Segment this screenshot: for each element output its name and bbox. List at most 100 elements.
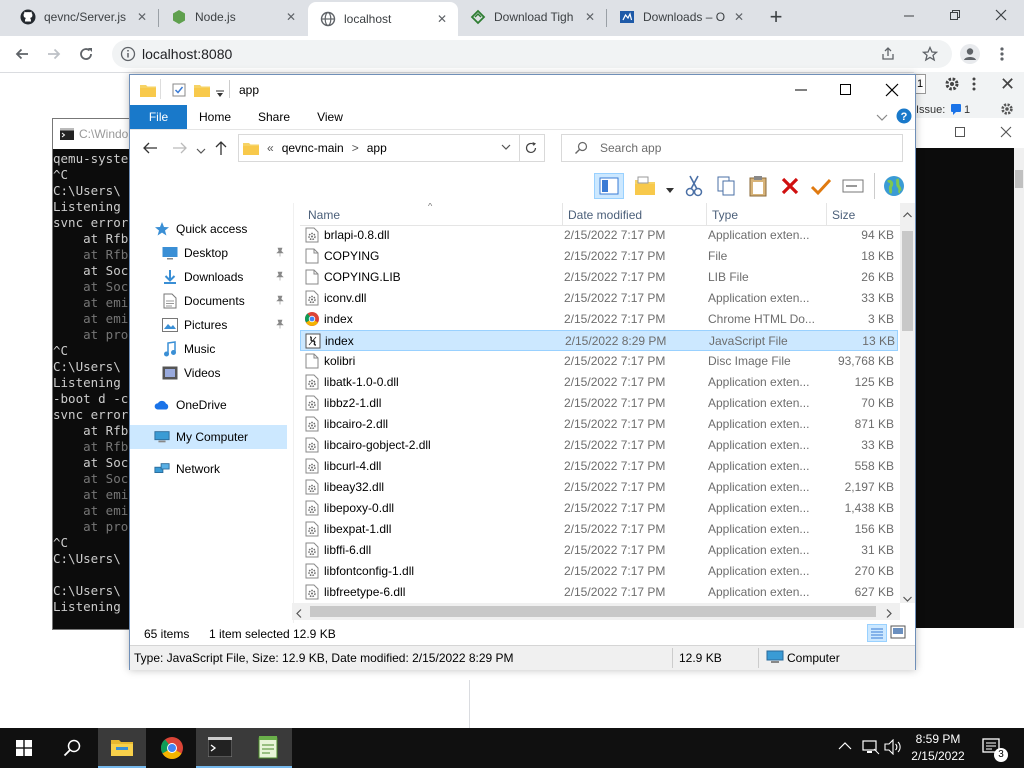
chrome-taskbar-icon[interactable] xyxy=(148,728,196,768)
cmd-taskbar-icon[interactable] xyxy=(196,728,244,768)
share-icon[interactable] xyxy=(880,46,896,65)
nav-item-documents[interactable]: Documents xyxy=(130,289,287,313)
new-folder-icon[interactable] xyxy=(194,83,210,100)
tab-close-icon[interactable]: ✕ xyxy=(134,10,150,24)
scroll-left-icon[interactable] xyxy=(296,607,302,621)
rename-icon[interactable] xyxy=(842,177,864,198)
ribbon-expand-chevron-icon[interactable] xyxy=(876,111,888,125)
globe-network-icon[interactable] xyxy=(882,174,906,201)
tab-close-icon[interactable]: ✕ xyxy=(582,10,598,24)
hscroll-thumb[interactable] xyxy=(310,606,876,617)
file-row[interactable]: COPYING 2/15/2022 7:17 PM File 18 KB xyxy=(300,246,898,267)
breadcrumb-address-box[interactable]: « qevnc-main > app xyxy=(238,134,520,162)
devtools-close-icon[interactable]: ✕ xyxy=(1000,74,1015,95)
nav-item-my-computer[interactable]: My Computer xyxy=(130,425,287,449)
file-row[interactable]: libffi-6.dll 2/15/2022 7:17 PM Application… xyxy=(300,540,898,561)
column-header-size[interactable]: Size xyxy=(832,203,855,225)
file-row[interactable]: libfreetype-6.dll 2/15/2022 7:17 PM Applic… xyxy=(300,582,898,603)
nav-item-desktop[interactable]: Desktop xyxy=(130,241,287,265)
preview-pane-icon[interactable] xyxy=(594,173,624,199)
checkmark-icon[interactable] xyxy=(810,175,832,200)
column-header-type[interactable]: Type xyxy=(712,203,738,225)
file-row[interactable]: libcairo-2.dll 2/15/2022 7:17 PM Applicati… xyxy=(300,414,898,435)
profile-avatar[interactable] xyxy=(958,42,982,66)
nav-item-videos[interactable]: Videos xyxy=(130,361,287,385)
devtools-settings-gear-icon[interactable] xyxy=(1000,102,1014,119)
nav-item-pictures[interactable]: Pictures xyxy=(130,313,287,337)
clock[interactable]: 8:59 PM 2/15/2022 xyxy=(900,731,976,765)
browser-tab-github[interactable]: qevnc/Server.js ✕ xyxy=(8,0,158,34)
console-scrollbar[interactable] xyxy=(1014,148,1024,628)
nav-item-quick-access[interactable]: Quick access xyxy=(130,217,287,241)
file-row[interactable]: libexpat-1.dll 2/15/2022 7:17 PM Applicati… xyxy=(300,519,898,540)
file-row[interactable]: index 2/15/2022 8:29 PM JavaScript File 13 … xyxy=(300,330,898,351)
file-row[interactable]: libatk-1.0-0.dll 2/15/2022 7:17 PM Applica… xyxy=(300,372,898,393)
tray-chevron-up-icon[interactable] xyxy=(838,740,852,754)
qat-dropdown-icon[interactable] xyxy=(216,87,224,101)
forward-arrow-icon[interactable] xyxy=(172,141,188,158)
minimize-icon[interactable] xyxy=(794,83,808,100)
restore-icon[interactable] xyxy=(948,8,968,24)
devtools-settings-icon[interactable] xyxy=(944,76,960,95)
menu-kebab-icon[interactable] xyxy=(990,42,1014,66)
address-bar[interactable]: localhost:8080 xyxy=(112,40,952,68)
toolbar-dropdown-icon[interactable] xyxy=(666,183,674,197)
minimize-icon[interactable] xyxy=(902,8,922,24)
breadcrumb-item-qevnc-main[interactable]: qevnc-main xyxy=(282,141,344,155)
properties-check-icon[interactable] xyxy=(172,83,186,100)
network-tray-icon[interactable] xyxy=(862,739,880,758)
horizontal-scrollbar[interactable] xyxy=(292,603,900,620)
vertical-scrollbar[interactable] xyxy=(900,203,915,603)
breadcrumb-item-app[interactable]: app xyxy=(367,141,387,155)
new-folder-toolbar-icon[interactable] xyxy=(634,175,656,200)
back-button[interactable] xyxy=(10,42,34,66)
file-row[interactable]: libepoxy-0.dll 2/15/2022 7:17 PM Applicati… xyxy=(300,498,898,519)
large-icons-view-icon[interactable] xyxy=(890,625,906,642)
help-icon[interactable]: ? xyxy=(896,108,912,127)
paste-icon[interactable] xyxy=(748,175,768,200)
file-row[interactable]: kolibri 2/15/2022 7:17 PM Disc Image File 9… xyxy=(300,351,898,372)
file-row[interactable]: libeay32.dll 2/15/2022 7:17 PM Application… xyxy=(300,477,898,498)
notepad-taskbar-icon[interactable] xyxy=(244,728,292,768)
close-window-icon[interactable] xyxy=(994,8,1014,24)
file-explorer-window[interactable]: app File Home Share View ? « qevnc-main … xyxy=(129,74,916,670)
file-row[interactable]: libcurl-4.dll 2/15/2022 7:17 PM Applicatio… xyxy=(300,456,898,477)
refresh-button[interactable] xyxy=(518,134,545,162)
nav-item-onedrive[interactable]: OneDrive xyxy=(130,393,287,417)
new-tab-button[interactable]: + xyxy=(764,6,788,30)
delete-icon[interactable] xyxy=(780,175,800,200)
file-row[interactable]: index 2/15/2022 7:17 PM Chrome HTML Do... 3… xyxy=(300,309,898,330)
tab-view[interactable]: View xyxy=(308,105,352,129)
forward-button[interactable] xyxy=(42,42,66,66)
browser-tab-tightvnc[interactable]: Download Tigh ✕ xyxy=(458,0,606,34)
tab-share[interactable]: Share xyxy=(252,105,296,129)
console-window-right[interactable] xyxy=(914,118,1024,628)
tab-home[interactable]: Home xyxy=(192,105,238,129)
browser-tab-downloads[interactable]: Downloads – O ✕ xyxy=(607,0,755,34)
file-row[interactable]: brlapi-0.8.dll 2/15/2022 7:17 PM Applicati… xyxy=(300,225,898,246)
close-icon[interactable] xyxy=(885,83,899,100)
column-header-name[interactable]: Name xyxy=(308,203,340,225)
up-arrow-icon[interactable] xyxy=(214,140,228,159)
file-row[interactable]: iconv.dll 2/15/2022 7:17 PM Application ex… xyxy=(300,288,898,309)
close-icon[interactable] xyxy=(1000,126,1012,141)
bookmark-star-icon[interactable] xyxy=(921,45,939,65)
browser-tab-nodejs[interactable]: Node.js ✕ xyxy=(159,0,307,34)
restore-icon[interactable] xyxy=(954,126,966,141)
file-row[interactable]: COPYING.LIB 2/15/2022 7:17 PM LIB File 26 K… xyxy=(300,267,898,288)
details-view-icon[interactable] xyxy=(867,624,887,642)
reload-button[interactable] xyxy=(74,42,98,66)
nav-item-downloads[interactable]: Downloads xyxy=(130,265,287,289)
file-row[interactable]: libbz2-1.dll 2/15/2022 7:17 PM Application… xyxy=(300,393,898,414)
file-row[interactable]: libcairo-gobject-2.dll 2/15/2022 7:17 PM A… xyxy=(300,435,898,456)
browser-tab-localhost[interactable]: localhost ✕ xyxy=(308,2,458,36)
tab-close-icon[interactable]: ✕ xyxy=(434,12,450,26)
nav-item-music[interactable]: Music xyxy=(130,337,287,361)
scroll-up-icon[interactable] xyxy=(903,207,912,221)
file-row[interactable]: libfontconfig-1.dll 2/15/2022 7:17 PM Appl… xyxy=(300,561,898,582)
tab-close-icon[interactable]: ✕ xyxy=(283,10,299,24)
copy-icon[interactable] xyxy=(716,175,736,200)
breadcrumb-separator[interactable]: > xyxy=(352,141,359,155)
breadcrumb-overflow[interactable]: « xyxy=(267,141,274,155)
file-explorer-taskbar-icon[interactable] xyxy=(98,728,146,768)
